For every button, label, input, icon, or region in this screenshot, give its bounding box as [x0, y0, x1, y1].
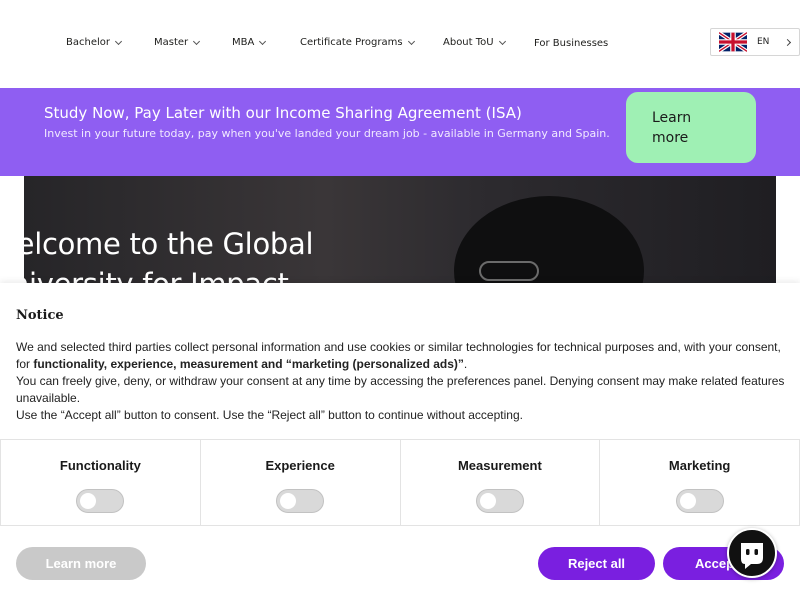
- chat-bot-icon: [741, 543, 763, 569]
- notice-body: We and selected third parties collect pe…: [16, 339, 786, 424]
- toggle-knob: [280, 493, 297, 509]
- nav-item-about[interactable]: About ToU: [443, 37, 506, 48]
- nav-item-master[interactable]: Master: [154, 37, 201, 48]
- functionality-toggle[interactable]: [76, 489, 125, 513]
- category-label: Marketing: [668, 458, 731, 473]
- nav-item-bachelor[interactable]: Bachelor: [66, 37, 123, 48]
- isa-banner: Study Now, Pay Later with our Income Sha…: [0, 88, 800, 176]
- toggle-knob: [479, 493, 496, 509]
- isa-button-line1: Learn: [652, 110, 692, 126]
- notice-purposes: functionality, experience, measurement a…: [33, 357, 464, 371]
- nav-item-label: MBA: [232, 37, 255, 48]
- toggle-knob: [679, 493, 696, 509]
- marketing-toggle[interactable]: [675, 489, 724, 513]
- nav-item-mba[interactable]: MBA: [232, 37, 267, 48]
- isa-button-line2: more: [652, 130, 689, 146]
- notice-paragraph-3: Use the “Accept all” button to consent. …: [16, 408, 523, 422]
- consent-categories: Functionality Experience Measurement Mar…: [0, 439, 800, 526]
- experience-toggle[interactable]: [276, 489, 325, 513]
- hero-title: Welcome to the Global University for Imp…: [0, 224, 314, 283]
- nav-item-label: Bachelor: [66, 37, 110, 48]
- chevron-down-icon: [114, 37, 123, 45]
- nav-item-certificate-programs[interactable]: Certificate Programs: [300, 37, 415, 48]
- category-label: Experience: [265, 458, 335, 473]
- uk-flag-icon: [719, 32, 747, 52]
- isa-banner-subtitle: Invest in your future today, pay when yo…: [44, 127, 610, 140]
- category-functionality: Functionality: [0, 440, 201, 525]
- isa-banner-title: Study Now, Pay Later with our Income Sha…: [44, 104, 522, 122]
- toggle-knob: [80, 493, 97, 509]
- chevron-down-icon: [498, 37, 506, 45]
- notice-text-end: .: [463, 357, 468, 371]
- learn-more-button[interactable]: Learn more: [16, 547, 146, 580]
- cookie-consent-panel: Notice We and selected third parties col…: [0, 283, 800, 600]
- isa-learn-more-button[interactable]: Learn more: [626, 92, 756, 163]
- nav-item-label: Certificate Programs: [300, 37, 403, 48]
- nav-item-label: Master: [154, 37, 189, 48]
- language-selector[interactable]: EN: [710, 28, 800, 56]
- hero-title-line1: Welcome to the Global: [0, 227, 314, 261]
- top-navigation: Bachelor Master MBA Certificate Programs…: [0, 0, 800, 88]
- language-code: EN: [757, 37, 770, 47]
- category-marketing: Marketing: [600, 440, 800, 525]
- chat-widget-button[interactable]: [727, 528, 777, 578]
- category-measurement: Measurement: [401, 440, 601, 525]
- category-experience: Experience: [201, 440, 401, 525]
- reject-all-button[interactable]: Reject all: [538, 547, 655, 580]
- notice-paragraph-1: We and selected third parties collect pe…: [16, 339, 786, 373]
- category-label: Functionality: [59, 458, 141, 473]
- notice-title: Notice: [16, 308, 64, 323]
- chevron-down-icon: [259, 37, 267, 45]
- nav-item-for-businesses[interactable]: For Businesses: [534, 38, 608, 49]
- notice-paragraph-2: You can freely give, deny, or withdraw y…: [16, 374, 785, 405]
- nav-item-label: For Businesses: [534, 38, 609, 49]
- category-label: Measurement: [457, 458, 542, 473]
- chevron-down-icon: [407, 37, 415, 45]
- hero-title-clip: Welcome to the Global University for Imp…: [0, 176, 800, 283]
- chevron-right-icon: [784, 38, 792, 46]
- measurement-toggle[interactable]: [475, 489, 524, 513]
- chevron-down-icon: [193, 37, 201, 45]
- nav-item-label: About ToU: [443, 37, 494, 48]
- hero-title-line2: University for Impact: [0, 264, 313, 283]
